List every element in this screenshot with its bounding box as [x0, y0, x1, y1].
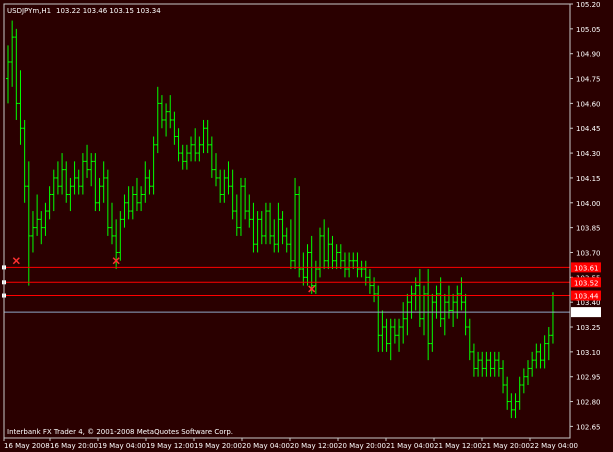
level-label: 103.52 — [574, 279, 599, 287]
y-tick-label: 105.05 — [576, 26, 601, 34]
chart-header-symbol: USDJPYm,H1 — [7, 7, 51, 15]
y-tick-label: 104.75 — [576, 76, 601, 84]
y-tick-label: 104.60 — [576, 100, 601, 108]
level-label: 103.61 — [574, 264, 599, 272]
x-tick-label: 19 May 12:00 — [146, 442, 194, 450]
chart-header-ohlc: 103.22 103.46 103.15 103.34 — [56, 7, 161, 15]
x-tick-label: 20 May 20:00 — [338, 442, 386, 450]
y-tick-label: 104.30 — [576, 150, 601, 158]
y-tick-label: 103.85 — [576, 225, 601, 233]
current-price-label: 103.34 — [574, 309, 599, 317]
y-tick-label: 104.45 — [576, 125, 601, 133]
chart-footer-copyright: Interbank FX Trader 4, © 2001-2008 MetaQ… — [7, 428, 233, 436]
y-tick-label: 104.15 — [576, 175, 601, 183]
y-tick-label: 104.90 — [576, 51, 601, 59]
y-tick-label: 104.00 — [576, 200, 601, 208]
x-tick-label: 20 May 04:00 — [242, 442, 290, 450]
x-tick-label: 21 May 04:00 — [386, 442, 434, 450]
price-chart[interactable]: 105.20 105.05 104.90 104.75 104.60 104.45 104.… — [0, 0, 613, 452]
x-tick-label: 21 May 12:00 — [434, 442, 482, 450]
chart-background — [0, 0, 613, 452]
y-tick-label: 103.10 — [576, 349, 601, 357]
x-tick-label: 19 May 20:00 — [194, 442, 242, 450]
x-tick-label: 16 May 2008 — [4, 442, 50, 450]
x-tick-label: 16 May 20:00 — [50, 442, 98, 450]
y-tick-label: 102.95 — [576, 374, 601, 382]
y-tick-label: 105.20 — [576, 1, 601, 9]
y-tick-label: 103.70 — [576, 249, 601, 257]
x-tick-label: 21 May 20:00 — [482, 442, 530, 450]
x-tick-label: 20 May 12:00 — [290, 442, 338, 450]
x-tick-label: 22 May 04:00 — [530, 442, 578, 450]
y-tick-label: 103.25 — [576, 324, 601, 332]
level-label: 103.44 — [574, 293, 599, 301]
y-tick-label: 102.80 — [576, 399, 601, 407]
y-tick-label: 102.65 — [576, 423, 601, 431]
x-tick-label: 19 May 04:00 — [98, 442, 146, 450]
